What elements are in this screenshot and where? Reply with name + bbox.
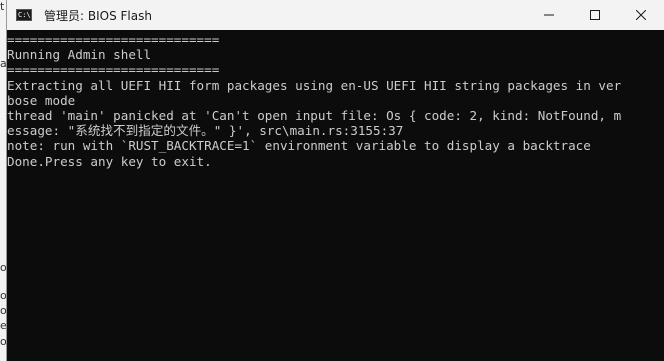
minimize-button[interactable] — [526, 0, 572, 30]
cmd-icon[interactable]: C:\ — [16, 9, 32, 21]
close-button[interactable] — [618, 0, 664, 30]
console-line: bose mode — [7, 92, 76, 108]
minimize-icon — [544, 14, 554, 16]
console-line: thread 'main' panicked at 'Can't open in… — [7, 108, 622, 124]
close-icon — [636, 10, 646, 20]
console-line: note: run with `RUST_BACKTRACE=1` enviro… — [7, 138, 591, 154]
console-output[interactable]: ============================ Running Adm… — [7, 30, 664, 361]
title-bar[interactable]: C:\ 管理员: BIOS Flash — [7, 0, 664, 30]
background-glyph: t — [0, 0, 5, 13]
console-window: C:\ 管理员: BIOS Flash ====================… — [6, 0, 664, 361]
console-line: ============================ — [7, 32, 220, 47]
window-controls — [526, 0, 664, 30]
maximize-icon — [590, 10, 600, 20]
console-line: Extracting all UEFI HII form packages us… — [7, 77, 622, 93]
maximize-button[interactable] — [572, 0, 618, 30]
console-line: ============================ — [7, 62, 220, 78]
window-title: 管理员: BIOS Flash — [44, 8, 152, 23]
console-line: essage: "系统找不到指定的文件。" }', src\main.rs:31… — [7, 123, 404, 139]
console-line: Done.Press any key to exit. — [7, 153, 212, 169]
console-line: Running Admin shell — [7, 47, 152, 63]
